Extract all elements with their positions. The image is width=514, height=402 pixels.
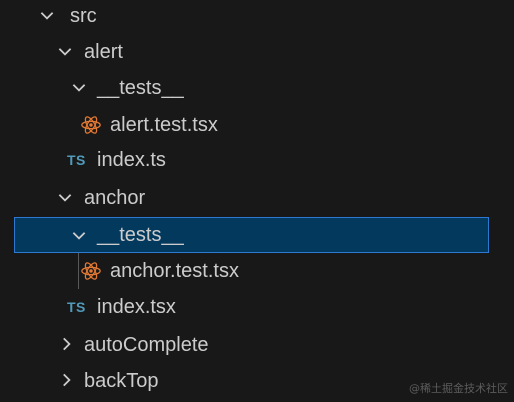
tree-item-label: src <box>70 5 97 27</box>
chevron-down-icon <box>38 0 58 34</box>
chevron-down-icon <box>70 218 90 254</box>
typescript-icon: TS <box>67 299 86 315</box>
tree-item-index-tsx[interactable]: TS index.tsx <box>0 289 514 325</box>
tree-item-autocomplete[interactable]: autoComplete <box>0 327 514 363</box>
chevron-down-icon <box>56 180 76 216</box>
tree-item-alert[interactable]: alert <box>0 34 514 70</box>
typescript-icon: TS <box>67 152 86 168</box>
tree-item-anchor-test-file[interactable]: anchor.test.tsx <box>0 253 514 289</box>
tree-item-label: index.ts <box>97 149 166 171</box>
chevron-down-icon <box>70 70 90 106</box>
tree-item-label: __tests__ <box>97 77 184 99</box>
chevron-down-icon <box>56 34 76 70</box>
chevron-right-icon <box>57 327 77 363</box>
tree-item-alert-test-file[interactable]: alert.test.tsx <box>0 107 514 143</box>
tree-item-label: anchor <box>84 187 146 209</box>
tree-item-anchor[interactable]: anchor <box>0 180 514 216</box>
file-explorer-tree: src alert __tests__ alert.test.tsx TS in… <box>0 0 514 402</box>
tree-item-tests-folder[interactable]: __tests__ <box>0 70 514 106</box>
tree-item-label: backTop <box>84 370 159 392</box>
tree-item-label: anchor.test.tsx <box>110 260 239 282</box>
chevron-right-icon <box>57 363 77 399</box>
tree-item-label: autoComplete <box>84 334 209 356</box>
tree-item-src[interactable]: src <box>0 0 514 34</box>
tree-item-tests-folder-selected[interactable]: __tests__ <box>14 217 489 253</box>
watermark: @稀土掘金技术社区 <box>409 382 508 395</box>
tree-item-label: index.tsx <box>97 296 176 318</box>
tree-item-label: alert <box>84 41 123 63</box>
tree-item-index-ts[interactable]: TS index.ts <box>0 142 514 178</box>
tree-item-label: alert.test.tsx <box>110 114 218 136</box>
tree-item-label: __tests__ <box>97 224 184 246</box>
